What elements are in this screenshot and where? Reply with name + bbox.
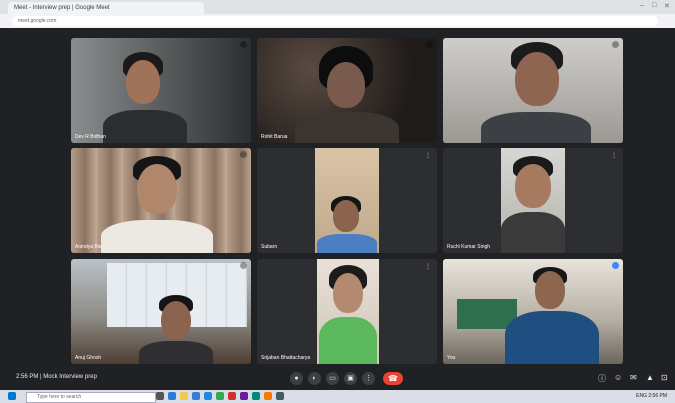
participant-name: Srijaban Bhattacharya — [261, 355, 311, 361]
tile-more-icon[interactable]: ⋮ — [425, 152, 431, 159]
participant-name: Dev R Bidhan — [75, 134, 106, 140]
system-tray[interactable]: ENG 2:56 PM — [636, 393, 667, 399]
participant-tile[interactable]: ⋮ Srijaban Bhattacharya — [257, 259, 437, 364]
tile-more-icon[interactable] — [426, 41, 433, 48]
task-view-icon[interactable] — [156, 392, 164, 400]
store-icon[interactable] — [192, 392, 200, 400]
camera-icon[interactable]: ◐ — [308, 372, 321, 385]
participant-name: You — [447, 355, 456, 361]
app-icon[interactable] — [240, 392, 248, 400]
meeting-time-title: 2:56 PM | Mock Interview prep — [16, 374, 97, 380]
participant-tile[interactable]: ⋮ Ruchi Kumar Singh — [443, 148, 623, 253]
info-icon[interactable]: ⓘ — [598, 373, 606, 384]
participant-tile[interactable]: Anindya Bis — [71, 148, 251, 253]
meet-stage: Dev R Bidhan Rohit Barua Anindya Bis ⋮ S… — [0, 28, 675, 368]
chrome-icon[interactable] — [216, 392, 224, 400]
start-icon[interactable] — [8, 392, 16, 400]
tile-more-icon[interactable] — [240, 262, 247, 269]
participant-name: Ruchi Kumar Singh — [447, 244, 491, 250]
taskbar-search[interactable]: Type here to search — [26, 392, 156, 403]
tile-more-icon[interactable] — [612, 262, 619, 269]
end-call-button[interactable]: ☎ — [383, 372, 403, 385]
minimize-icon[interactable]: – — [640, 2, 644, 9]
tile-more-icon[interactable]: ⋮ — [425, 263, 431, 270]
participant-name: Anuj Ghosh — [75, 355, 102, 361]
tile-more-icon[interactable] — [240, 41, 247, 48]
app-icon[interactable] — [276, 392, 284, 400]
activities-icon[interactable]: ▲ — [646, 373, 654, 382]
app-icon[interactable] — [264, 392, 272, 400]
participant-tile[interactable]: Dev R Bidhan — [71, 38, 251, 143]
lock-icon[interactable]: ⊡ — [661, 373, 668, 382]
participant-tile[interactable]: Anuj Ghosh — [71, 259, 251, 364]
close-window-icon[interactable]: ✕ — [664, 2, 670, 10]
present-icon[interactable]: ▣ — [344, 372, 357, 385]
people-icon[interactable]: ☺ — [614, 373, 622, 382]
participant-tile[interactable]: You — [443, 259, 623, 364]
captions-icon[interactable]: ▭ — [326, 372, 339, 385]
more-options-icon[interactable]: ⋮ — [362, 372, 375, 385]
app-icon[interactable] — [252, 392, 260, 400]
participant-name: Anindya Bis — [75, 244, 102, 250]
participant-tile[interactable]: Rohit Barua — [257, 38, 437, 143]
tile-more-icon[interactable] — [612, 41, 619, 48]
mail-icon[interactable] — [204, 392, 212, 400]
maximize-icon[interactable]: □ — [652, 2, 656, 9]
participant-tile[interactable]: ⋮ Subarn — [257, 148, 437, 253]
meet-control-bar: 2:56 PM | Mock Interview prep ● ◐ ▭ ▣ ⋮ … — [0, 368, 675, 390]
participant-name: Rohit Barua — [261, 134, 288, 140]
address-bar[interactable]: meet.google.com — [12, 16, 658, 26]
participant-name: Subarn — [261, 244, 278, 250]
edge-icon[interactable] — [168, 392, 176, 400]
address-bar-row: meet.google.com — [0, 14, 675, 28]
tile-more-icon[interactable]: ⋮ — [611, 152, 617, 159]
browser-tab[interactable]: Meet - Interview prep | Google Meet — [8, 2, 204, 14]
tab-bar: Meet - Interview prep | Google Meet – □ … — [0, 0, 675, 14]
participant-tile[interactable] — [443, 38, 623, 143]
tile-more-icon[interactable] — [240, 151, 247, 158]
chat-icon[interactable]: ✉ — [630, 373, 637, 382]
os-taskbar: Type here to search ENG 2:56 PM — [0, 390, 675, 403]
mic-icon[interactable]: ● — [290, 372, 303, 385]
folder-icon[interactable] — [180, 392, 188, 400]
app-icon[interactable] — [228, 392, 236, 400]
